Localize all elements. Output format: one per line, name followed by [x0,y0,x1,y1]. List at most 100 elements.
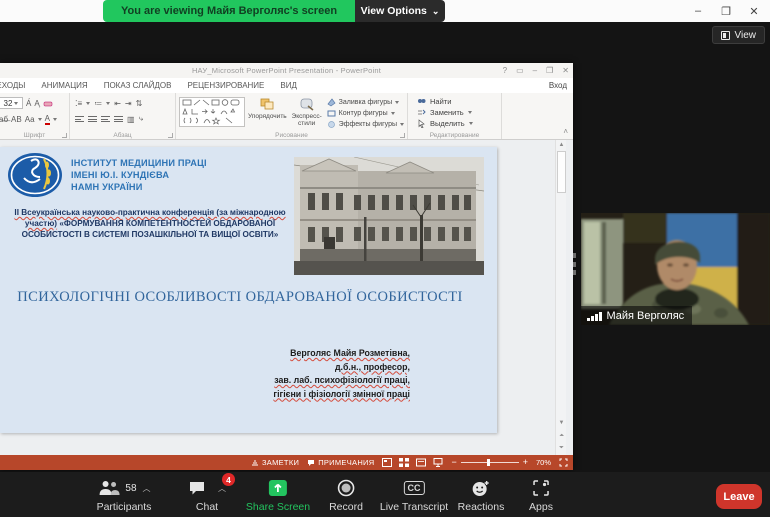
bullets-button[interactable]: ⁚≡ [75,99,82,108]
ppt-workspace: ІНСТИТУТ МЕДИЦИНИ ПРАЦІ ІМЕНІ Ю.І. КУНДІ… [0,140,573,455]
align-left-button[interactable] [75,115,84,124]
shapes-row-2 [182,108,242,116]
record-button[interactable]: Record [329,477,363,513]
scroll-up-icon[interactable]: ▲ [557,141,566,150]
font-size-combo[interactable]: 32 [0,97,23,109]
shape-fill-button[interactable]: Заливка фигуры [327,98,404,107]
zoom-slider-thumb[interactable] [487,459,490,466]
select-label: Выделить [430,119,465,128]
record-icon [337,479,355,497]
participant-video-tile[interactable]: Майя Верголяс [581,213,770,325]
previous-slide-icon[interactable]: ⏶ [557,432,566,441]
scrollbar-thumb[interactable] [557,151,566,193]
text-direction-button[interactable]: ⤷ [139,114,143,124]
tab-slideshow[interactable]: ПОКАЗ СЛАЙДОВ [96,81,180,90]
grow-font-button[interactable]: А́ [26,99,31,108]
group-label-drawing: Рисование [176,132,407,139]
zoom-in-button[interactable]: + [523,458,528,467]
tab-animation[interactable]: АНИМАЦИЯ [33,81,95,90]
zoom-out-button[interactable]: − [451,458,456,467]
find-button[interactable]: Найти [411,97,498,106]
ppt-close-button[interactable]: ✕ [562,66,569,75]
reading-view-icon[interactable] [416,458,426,467]
author-line4: гігієни і фізіології змінної праці [273,389,410,399]
char-spacing-button[interactable]: АВ [11,115,22,124]
author-block: Верголяс Майя Розметівна, д.б.н., профес… [273,347,410,401]
restore-button[interactable]: ❐ [712,0,740,22]
institute-name-line2: ІМЕНІ Ю.І. КУНДІЄВА [71,169,207,181]
quick-styles-button[interactable]: Экспресс-стили [290,95,324,130]
line-spacing-button[interactable]: ⇅ [136,99,143,108]
help-icon[interactable]: ? [503,66,507,75]
signin-link[interactable]: Вход [549,81,567,90]
live-transcript-button[interactable]: CC Live Transcript [380,477,448,513]
increase-indent-button[interactable]: ⇥ [125,99,132,108]
scroll-down-icon[interactable]: ▼ [557,419,566,428]
tab-view[interactable]: ВИД [272,81,305,90]
close-button[interactable]: ✕ [740,0,768,22]
slide-sorter-icon[interactable] [399,458,409,467]
shapes-gallery[interactable] [179,97,245,127]
replace-button[interactable]: Заменить [411,108,498,117]
collapse-ribbon-icon[interactable]: ˄ [563,127,568,136]
notes-toggle[interactable]: ЗАМЕТКИ [251,458,299,467]
effects-glow-icon [327,120,336,129]
record-label: Record [329,501,363,513]
ribbon-options-icon[interactable]: ▭ [516,66,524,75]
ppt-window-title: НАУ_Microsoft PowerPoint Presentation - … [0,66,573,75]
quick-styles-label: Экспресс-стили [290,113,324,127]
group-label-paragraph: Абзац [70,132,175,139]
minimize-button[interactable]: – [684,0,712,22]
align-center-button[interactable] [88,115,97,124]
apps-button[interactable]: Apps [529,477,553,513]
group-label-font: Шрифт [0,132,69,139]
screen: You are viewing Майя Верголяс's screen V… [0,0,770,517]
columns-button[interactable]: ▥ [127,115,135,124]
select-button[interactable]: Выделить [411,119,498,128]
shape-effects-button[interactable]: Эффекты фигуры [327,120,404,129]
tab-review[interactable]: РЕЦЕНЗИРОВАНИЕ [179,81,272,90]
tab-transitions[interactable]: ПЕРЕХОДЫ [0,81,33,90]
zoom-level[interactable]: 70% [536,458,551,467]
reactions-button[interactable]: Reactions [458,477,505,513]
dialog-launcher-icon[interactable] [62,133,67,138]
arrange-button[interactable]: Упорядочить [248,95,287,130]
dialog-launcher-icon[interactable] [168,133,173,138]
ppt-restore-button[interactable]: ❐ [546,66,553,75]
numbering-button[interactable]: ≔ [94,99,102,108]
fit-to-window-icon[interactable] [559,458,568,467]
share-screen-button[interactable]: Share Screen [246,477,310,513]
leave-button[interactable]: Leave [716,484,762,509]
shape-outline-button[interactable]: Контур фигуры [327,109,404,118]
slideshow-view-icon[interactable] [433,458,443,467]
dialog-launcher-icon[interactable] [400,133,405,138]
font-color-button[interactable]: А [45,114,50,125]
change-case-button[interactable]: Аа [25,115,35,124]
ppt-minimize-button[interactable]: – [533,66,537,75]
dropdown-icon [14,102,18,105]
chat-button[interactable]: 4 ︿ Chat [188,477,226,513]
next-slide-icon[interactable]: ⏷ [557,444,566,453]
clear-format-icon[interactable] [43,98,53,108]
slide-canvas[interactable]: ІНСТИТУТ МЕДИЦИНИ ПРАЦІ ІМЕНІ Ю.І. КУНДІ… [0,147,497,433]
participants-button[interactable]: 58 ︿ Participants [97,477,152,513]
view-options-button[interactable]: View Options ⌄ [355,0,445,22]
dropdown-icon [38,118,42,121]
normal-view-icon[interactable] [382,458,392,467]
justify-button[interactable] [114,115,123,124]
zoom-slider[interactable] [461,462,519,463]
video-panel-drag-handle[interactable] [573,253,577,275]
shrink-font-button[interactable]: А̗ [34,99,39,108]
comments-toggle[interactable]: ПРИМЕЧАНИЯ [307,458,374,467]
dropdown-icon [391,112,395,115]
institute-name-line3: НАМН УКРАЇНИ [71,181,207,193]
align-right-button[interactable] [101,115,110,124]
outline-pencil-icon [327,109,336,118]
vertical-scrollbar[interactable]: ▲ ▼ ⏶ ⏷ [555,140,566,455]
shapes-row-1 [182,99,242,107]
decrease-indent-button[interactable]: ⇤ [114,99,121,108]
chevron-up-icon[interactable]: ︿ [143,483,151,494]
strikethrough-button[interactable]: а̶б̶ [0,115,8,124]
leave-label: Leave [723,491,754,503]
view-layout-button[interactable]: View [712,26,766,44]
